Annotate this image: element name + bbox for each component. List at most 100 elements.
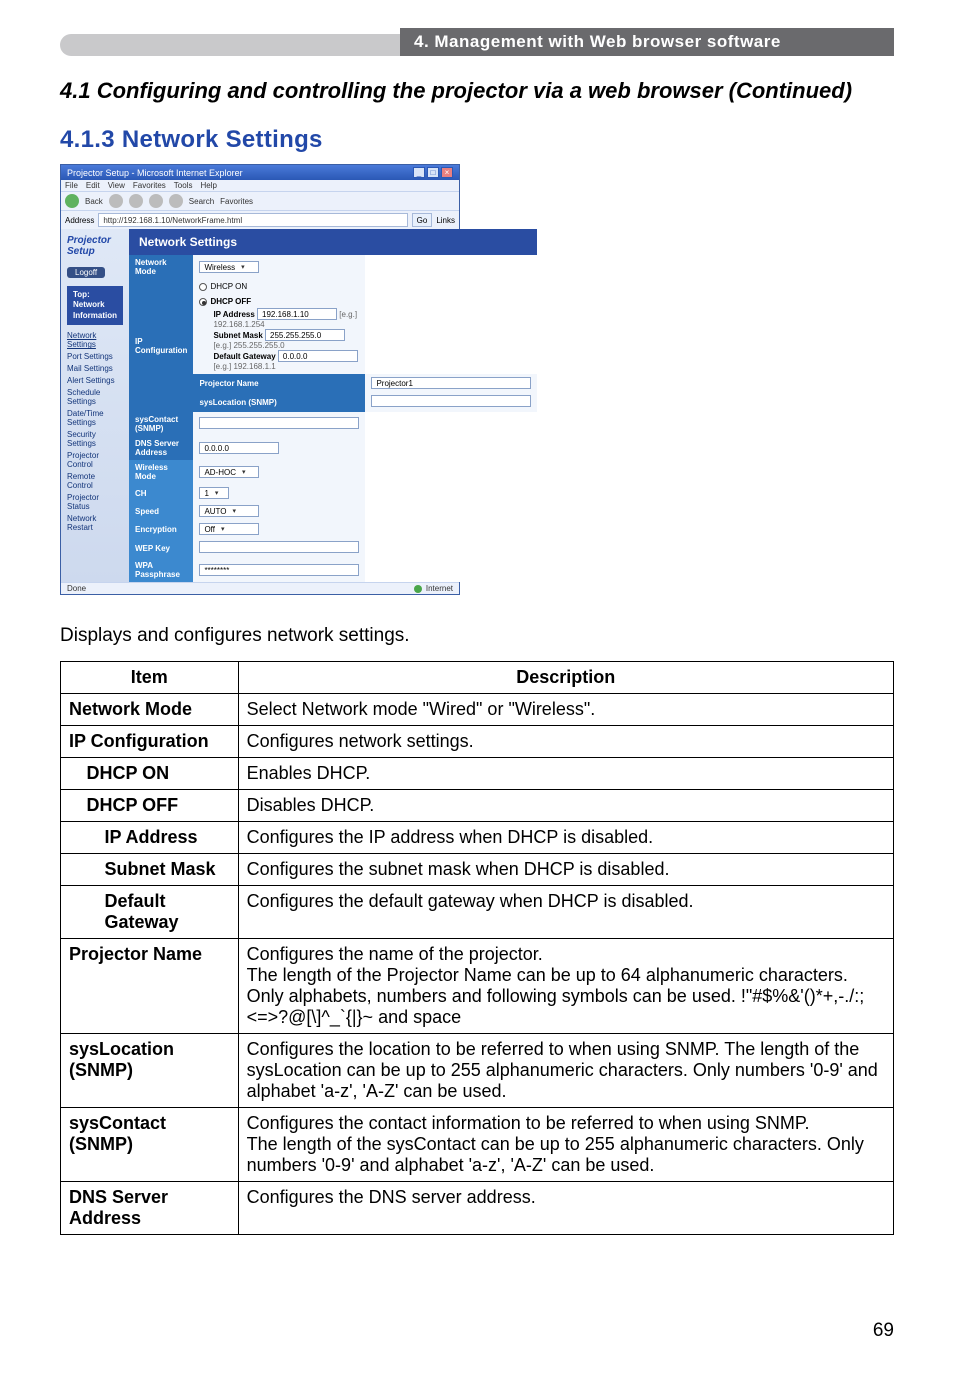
row-dns-val: 0.0.0.0: [193, 436, 365, 460]
ie-addressbar: Address http://192.168.1.10/NetworkFrame…: [61, 211, 459, 229]
ie-window: Projector Setup - Microsoft Internet Exp…: [60, 164, 460, 595]
indent-spacer: [79, 854, 97, 886]
gateway-input[interactable]: 0.0.0.0: [278, 350, 358, 362]
config-table: Network Mode Wireless IP Configuration D…: [129, 255, 537, 582]
status-zone: Internet: [414, 584, 453, 593]
row-encryption-val: Off: [193, 520, 365, 538]
row-dhcp-on: DHCP ON: [193, 279, 365, 294]
speed-select[interactable]: AUTO: [199, 505, 259, 517]
nav-port-settings[interactable]: Port Settings: [67, 352, 123, 361]
refresh-icon[interactable]: [149, 194, 163, 208]
cell-subnet: Subnet Mask: [97, 854, 239, 886]
cell-gateway-desc: Configures the default gateway when DHCP…: [238, 886, 893, 939]
cell-syscontact-desc: Configures the contact information to be…: [238, 1108, 893, 1182]
dhcp-on-label: DHCP ON: [210, 282, 247, 291]
network-mode-select[interactable]: Wireless: [199, 261, 259, 273]
indent-spacer: [61, 822, 79, 854]
menu-help[interactable]: Help: [200, 181, 216, 190]
subsection-title: 4.1.3 Network Settings: [60, 126, 894, 154]
row-wireless-mode-val: AD-HOC: [193, 460, 365, 484]
indent-spacer: [79, 822, 97, 854]
row-wep-val: [193, 538, 365, 558]
nav-network-restart[interactable]: Network Restart: [67, 514, 123, 532]
gateway-eg: [e.g.] 192.168.1.1: [213, 362, 275, 371]
th-item: Item: [61, 662, 239, 694]
nav-schedule-settings[interactable]: Schedule Settings: [67, 388, 123, 406]
favorites-button[interactable]: Favorites: [220, 197, 253, 206]
row-ch-val: 1: [193, 484, 365, 502]
nav-alert-settings[interactable]: Alert Settings: [67, 376, 123, 385]
dhcp-off-radio[interactable]: [199, 298, 207, 306]
cell-network-mode-desc: Select Network mode "Wired" or "Wireless…: [238, 694, 893, 726]
row-projector-name-label: Projector Name: [193, 374, 365, 392]
ip-address-input[interactable]: 192.168.1.10: [257, 308, 337, 320]
close-icon[interactable]: ×: [441, 167, 453, 178]
back-icon[interactable]: [65, 194, 79, 208]
logoff-button[interactable]: Logoff: [67, 267, 105, 278]
ip-address-label: IP Address: [213, 310, 254, 319]
ch-select[interactable]: 1: [199, 487, 229, 499]
globe-icon: [414, 585, 422, 593]
wpa-input[interactable]: ********: [199, 564, 359, 576]
row-wpa-label: WPA Passphrase: [129, 558, 193, 582]
nav-datetime-settings[interactable]: Date/Time Settings: [67, 409, 123, 427]
sidebar-top-block[interactable]: Top: Network Information: [67, 286, 123, 325]
menu-view[interactable]: View: [108, 181, 125, 190]
menu-favorites[interactable]: Favorites: [133, 181, 166, 190]
row-ch-label: CH: [129, 484, 193, 502]
page-number: 69: [873, 1320, 894, 1342]
dhcp-off-label: DHCP OFF: [210, 297, 251, 306]
back-label[interactable]: Back: [85, 197, 103, 206]
address-input[interactable]: http://192.168.1.10/NetworkFrame.html: [98, 213, 407, 227]
cell-dhcp-off: DHCP OFF: [79, 790, 239, 822]
menu-tools[interactable]: Tools: [174, 181, 193, 190]
subnet-input[interactable]: 255.255.255.0: [265, 329, 345, 341]
indent-spacer: [61, 790, 79, 822]
cell-syscontact: sysContact (SNMP): [61, 1108, 239, 1182]
nav-mail-settings[interactable]: Mail Settings: [67, 364, 123, 373]
cell-dns: DNS Server Address: [61, 1182, 239, 1235]
ie-toolbar: Back Search Favorites: [61, 191, 459, 211]
minimize-icon[interactable]: _: [413, 167, 425, 178]
go-button[interactable]: Go: [412, 213, 433, 227]
intro-text: Displays and configures network settings…: [60, 625, 894, 647]
go-label: Go: [417, 216, 428, 225]
spec-table: Item Description Network Mode Select Net…: [60, 661, 894, 1235]
nav-projector-status[interactable]: Projector Status: [67, 493, 123, 511]
wep-input[interactable]: [199, 541, 359, 553]
menu-edit[interactable]: Edit: [86, 181, 100, 190]
forward-icon[interactable]: [109, 194, 123, 208]
cell-gateway: Default Gateway: [97, 886, 239, 939]
nav-security-settings[interactable]: Security Settings: [67, 430, 123, 448]
section-title: 4.1 Configuring and controlling the proj…: [60, 78, 894, 104]
links-label[interactable]: Links: [436, 216, 455, 225]
menu-file[interactable]: File: [65, 181, 78, 190]
embedded-screenshot: Projector Setup - Microsoft Internet Exp…: [60, 164, 460, 595]
cell-syslocation: sysLocation (SNMP): [61, 1034, 239, 1108]
nav-remote-control[interactable]: Remote Control: [67, 472, 123, 490]
dhcp-on-radio[interactable]: [199, 283, 207, 291]
wireless-mode-select[interactable]: AD-HOC: [199, 466, 259, 478]
nav-network-settings[interactable]: Network Settings: [67, 331, 123, 349]
search-button[interactable]: Search: [189, 197, 214, 206]
status-done: Done: [67, 584, 86, 593]
dns-input[interactable]: 0.0.0.0: [199, 442, 279, 454]
syscontact-input[interactable]: [199, 417, 359, 429]
page-body: Projector Setup Logoff Top: Network Info…: [61, 229, 459, 582]
row-network-mode-label: Network Mode: [129, 255, 193, 279]
home-icon[interactable]: [169, 194, 183, 208]
ie-menubar: File Edit View Favorites Tools Help: [61, 180, 459, 191]
projector-name-input[interactable]: Projector1: [371, 377, 531, 389]
nav-projector-control[interactable]: Projector Control: [67, 451, 123, 469]
syslocation-input[interactable]: [371, 395, 531, 407]
chapter-header: 4. Management with Web browser software: [60, 28, 894, 56]
maximize-icon[interactable]: □: [427, 167, 439, 178]
subnet-label: Subnet Mask: [213, 331, 262, 340]
content-heading: Network Settings: [129, 229, 537, 255]
stop-icon[interactable]: [129, 194, 143, 208]
row-network-mode-val: Wireless: [193, 255, 365, 279]
row-speed-val: AUTO: [193, 502, 365, 520]
cell-ip-address-desc: Configures the IP address when DHCP is d…: [238, 822, 893, 854]
cell-network-mode: Network Mode: [61, 694, 239, 726]
encryption-select[interactable]: Off: [199, 523, 259, 535]
